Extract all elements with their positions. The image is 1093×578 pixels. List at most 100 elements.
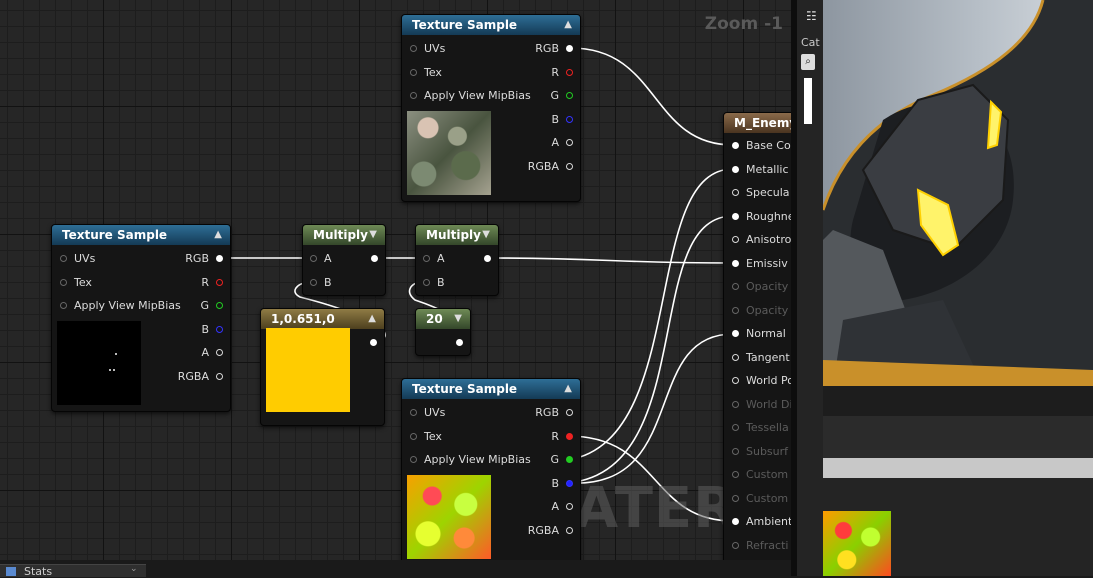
pin-circle-icon [732,330,739,337]
texture-preview [407,111,491,195]
node-header[interactable]: 1,0.651,0 ▲ [261,309,384,329]
material-input-label: Custom [746,491,789,505]
material-input-label: Roughne [746,209,791,223]
texture-sample-node-top[interactable]: Texture Sample ▲ UVs Tex Apply View MipB… [401,14,581,202]
pin-circle-icon [732,353,739,361]
scrollbar-thumb[interactable] [804,78,812,124]
node-title: Texture Sample [62,228,168,242]
pin-circle-icon [732,447,739,455]
node-header[interactable]: 20 ▼ [416,309,470,329]
material-input-label: Emissiv [746,256,788,270]
pin-circle-icon [732,400,739,408]
node-title: Multiply [313,228,368,242]
output-pin-g[interactable]: G [513,88,573,104]
node-title: M_Enemy_ [734,116,791,130]
material-input-label: Ambient [746,515,791,528]
output-pin-result[interactable] [358,251,378,267]
output-pin-g[interactable]: G [163,298,223,314]
material-input-label: World Di [746,397,791,411]
output-pin-b[interactable]: B [163,322,223,338]
output-pin-rgb[interactable]: RGB [513,41,573,57]
output-pin-rgba[interactable]: RGBA [163,369,223,385]
collapse-arrow-icon[interactable]: ▼ [454,309,462,329]
multiply-node-1[interactable]: Multiply ▼ A B [302,224,386,296]
output-pin-r[interactable]: R [513,65,573,81]
output-pin-r[interactable]: R [163,275,223,291]
node-header[interactable]: M_Enemy_ [724,113,791,133]
output-pin-result[interactable] [471,251,491,267]
chevron-down-icon[interactable]: ⌄ [130,564,138,574]
output-pin-g[interactable]: G [513,452,573,468]
character-preview-image [823,0,1093,386]
material-input-label: Subsurf [746,444,789,458]
texture-sample-node-bottom[interactable]: Texture Sample ▲ UVs Tex Apply View MipB… [401,378,581,560]
output-pin-a[interactable]: A [513,135,573,151]
wire-rgb-to-base-color [570,47,734,146]
pin-circle-icon [732,259,739,267]
material-graph-canvas[interactable]: Zoom -1 MATERIAL Texture Sample ▲ UVs Te… [0,0,791,560]
output-pin-b[interactable]: B [513,476,573,492]
collapse-arrow-icon[interactable]: ▼ [369,225,377,245]
collapse-arrow-icon[interactable]: ▲ [564,15,572,35]
collapse-arrow-icon[interactable]: ▲ [564,379,572,399]
stats-icon [6,567,16,576]
material-input-label: Custom [746,468,789,481]
output-pin-r[interactable]: R [513,429,573,445]
pin-circle-icon [732,142,739,149]
viewport-separator [823,386,1093,416]
material-result-node[interactable]: M_Enemy_ Base Co Metallic Specula Roughne An… [723,112,791,560]
output-pin-rgba[interactable]: RGBA [513,159,573,175]
material-input-label: Tangent [746,350,790,364]
node-title: 20 [426,312,443,326]
material-input-label: Tessella [746,421,789,434]
collapse-arrow-icon[interactable]: ▲ [368,309,376,329]
wire-g-to-metallic [567,168,734,461]
texture-preview [57,321,141,405]
multiply-node-2[interactable]: Multiply ▼ A B [415,224,499,296]
pin-circle-icon [732,236,739,243]
pin-circle-icon [732,424,739,431]
wire-multiply2-to-emissive [485,257,734,264]
category-label: Cat [801,36,820,49]
color-swatch [266,328,350,412]
output-pin-b[interactable]: B [513,112,573,128]
collapse-arrow-icon[interactable]: ▲ [214,225,222,245]
output-pin-rgba[interactable]: RGBA [513,523,573,539]
node-header[interactable]: Texture Sample ▲ [52,225,230,245]
pin-circle-icon [732,494,739,502]
material-input-label: World Po [746,374,791,387]
output-pin-a[interactable]: A [163,345,223,361]
pin-circle-icon [732,377,739,384]
pin-circle-icon [732,212,739,220]
wire-b-to-roughness [567,215,734,484]
node-header[interactable]: Texture Sample ▲ [402,379,580,399]
constant-scalar-node[interactable]: 20 ▼ [415,308,471,356]
output-pin-value[interactable] [443,335,463,351]
preview-viewport[interactable] [823,0,1093,386]
search-icon[interactable]: ⌕ [801,54,815,70]
output-pin-color[interactable] [357,335,377,351]
node-header[interactable]: Texture Sample ▲ [402,15,580,35]
material-input-label: Specula [746,186,790,199]
material-input-label: Base Co [746,139,791,152]
output-pin-rgb[interactable]: RGB [513,405,573,421]
node-title: Multiply [426,228,481,242]
stats-tab-label: Stats [24,565,53,578]
palette-texture-thumbnail[interactable] [823,511,891,576]
constant-color-node[interactable]: 1,0.651,0 ▲ [260,308,385,426]
output-pin-a[interactable]: A [513,499,573,515]
grid-menu-icon[interactable]: ☷ [806,9,818,23]
output-pin-rgb[interactable]: RGB [163,251,223,267]
node-header[interactable]: Multiply ▼ [416,225,498,245]
zoom-indicator: Zoom -1 [704,14,783,34]
pin-circle-icon [732,189,739,196]
collapse-arrow-icon[interactable]: ▼ [482,225,490,245]
pin-circle-icon [732,283,739,290]
stats-tab[interactable] [0,564,146,577]
palette-header-bar [823,458,1093,478]
pin-circle-icon [732,518,739,525]
node-header[interactable]: Multiply ▼ [303,225,385,245]
material-input-label: Opacity [746,280,789,293]
texture-sample-node-left[interactable]: Texture Sample ▲ UVs Tex Apply View MipB… [51,224,231,412]
node-title: 1,0.651,0 [271,312,335,326]
